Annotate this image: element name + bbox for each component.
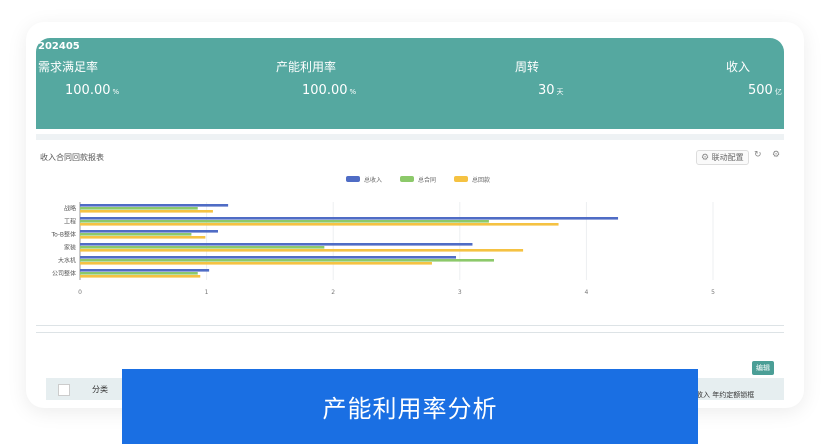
bar (80, 233, 192, 236)
caption-banner: 产能利用率分析 (122, 369, 698, 444)
section-divider (36, 134, 784, 140)
bar (80, 246, 325, 249)
kpi-value-demand: 100.00% (65, 83, 120, 98)
x-tick-label: 4 (584, 289, 588, 296)
bar (80, 275, 201, 278)
bar (80, 207, 198, 210)
settings-icon: ⚙ (701, 153, 710, 163)
bar (80, 249, 524, 252)
y-tick-label: To-B整体 (51, 231, 77, 239)
x-tick-label: 0 (78, 289, 82, 296)
divider-line (36, 332, 784, 333)
bar-chart: 总收入 总合同 总回款 0 1 2 3 4 5 战略工程 To-B整体家装大水机公司整体 (51, 176, 715, 296)
x-tick-label: 3 (458, 289, 462, 296)
bar (80, 210, 213, 213)
column-header-category: 分类 (92, 385, 108, 394)
edit-button[interactable]: 编辑 (752, 361, 774, 375)
bar (80, 272, 198, 275)
legend-swatch (346, 176, 360, 182)
bar (80, 217, 619, 220)
kpi-value-turnover: 30 天 (538, 83, 564, 98)
legend-swatch (454, 176, 468, 182)
gear-icon[interactable]: ⚙ (772, 150, 780, 160)
kpi-panel: 202405 需求满足率 100.00% 产能利用率 100.00% 周转 30… (36, 38, 784, 129)
legend-label: 总回款 (472, 176, 490, 184)
bar (80, 243, 473, 246)
refresh-icon[interactable]: ↻ (754, 150, 762, 160)
y-tick-label: 家装 (64, 244, 76, 252)
kpi-label-capacity: 产能利用率 (276, 60, 337, 74)
bar (80, 262, 432, 265)
legend-label: 总收入 (364, 176, 382, 184)
x-tick-label: 5 (711, 289, 715, 296)
y-tick-label: 公司整体 (52, 270, 76, 278)
kpi-label-demand: 需求满足率 (38, 60, 99, 74)
bar (80, 236, 206, 239)
x-tick-label: 1 (205, 289, 209, 296)
kpi-value-revenue: 500 亿 (748, 83, 782, 98)
legend-label: 总合同 (418, 176, 436, 184)
kpi-label-turnover: 周转 (515, 60, 540, 74)
y-tick-label: 工程 (64, 218, 76, 226)
y-tick-label: 大水机 (58, 257, 76, 265)
link-config-button[interactable]: ⚙ 联动配置 (696, 150, 749, 165)
period-label: 202405 (38, 41, 80, 52)
select-all-checkbox[interactable] (58, 384, 70, 396)
bar (80, 259, 494, 262)
bar (80, 220, 489, 223)
bar (80, 256, 457, 259)
kpi-label-revenue: 收入 (726, 60, 751, 74)
y-tick-label: 战略 (64, 205, 76, 213)
x-tick-label: 2 (331, 289, 335, 296)
legend-swatch (400, 176, 414, 182)
bar (80, 269, 210, 272)
chart-title: 收入合同回款报表 (40, 153, 104, 162)
bar (80, 204, 229, 207)
bar (80, 223, 559, 226)
column-header-revenue: 收入 年约定额锁框 (696, 391, 755, 399)
bar (80, 230, 218, 233)
kpi-value-capacity: 100.00% (302, 83, 357, 98)
divider-line (36, 325, 784, 326)
